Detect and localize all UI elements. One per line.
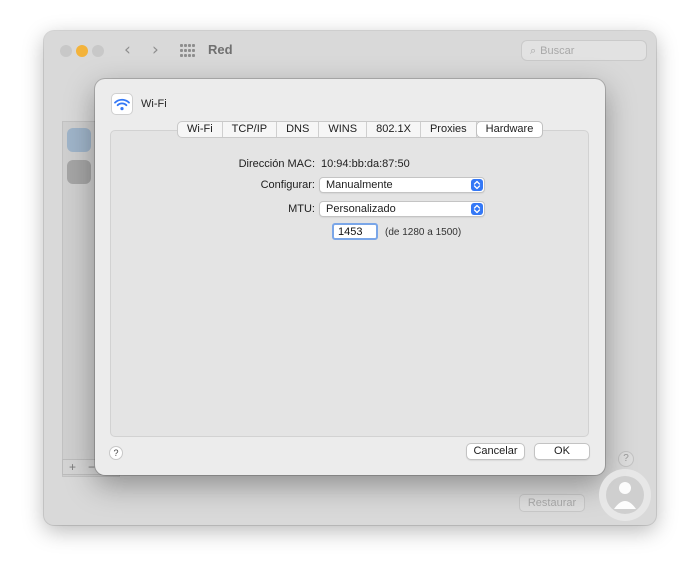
select-chevrons-icon (471, 179, 483, 191)
wifi-advanced-sheet: Wi-Fi Dirección MAC: 10:94:bb:da:87:50 C… (95, 79, 605, 475)
forward-arrow-icon[interactable]: › (152, 40, 159, 60)
mtu-select-value: Personalizado (326, 203, 396, 215)
tab-content-panel: Dirección MAC: 10:94:bb:da:87:50 Configu… (110, 130, 589, 437)
tab-bar: Wi-Fi TCP/IP DNS WINS 802.1X Proxies Har… (177, 121, 544, 138)
tab-tcpip[interactable]: TCP/IP (223, 122, 278, 137)
mtu-select[interactable]: Personalizado (319, 201, 485, 217)
person-logo-icon (606, 476, 644, 514)
sidebar-item-wifi[interactable] (67, 128, 91, 152)
mac-address-value: 10:94:bb:da:87:50 (321, 158, 410, 170)
tab-8021x[interactable]: 802.1X (367, 122, 421, 137)
tab-wifi[interactable]: Wi-Fi (178, 122, 223, 137)
ok-button[interactable]: OK (534, 443, 590, 460)
sidebar-item-other-service[interactable] (67, 160, 91, 184)
window-toolbar: ‹ › Red ⌕ Buscar (44, 31, 656, 71)
configure-label: Configurar: (260, 179, 315, 191)
maximize-window-button[interactable] (92, 45, 104, 57)
mtu-range-hint: (de 1280 a 1500) (385, 227, 462, 238)
show-all-grid-icon[interactable] (180, 44, 196, 58)
close-window-button[interactable] (60, 45, 72, 57)
wifi-icon (111, 93, 133, 115)
tab-wins[interactable]: WINS (319, 122, 368, 137)
sheet-header: Wi-Fi (111, 93, 167, 115)
tab-proxies[interactable]: Proxies (421, 122, 477, 137)
configure-select-value: Manualmente (326, 179, 393, 191)
search-placeholder: Buscar (540, 45, 575, 57)
tab-hardware[interactable]: Hardware (476, 122, 543, 137)
watermark-logo (599, 469, 651, 521)
search-field[interactable]: ⌕ Buscar (521, 40, 647, 61)
cancel-button[interactable]: Cancelar (466, 443, 525, 460)
select-chevrons-icon (471, 203, 483, 215)
tab-dns[interactable]: DNS (277, 122, 320, 137)
restore-button[interactable]: Restaurar (519, 494, 585, 512)
mac-address-label: Dirección MAC: (238, 158, 315, 170)
sheet-title: Wi-Fi (141, 98, 167, 110)
window-title: Red (208, 42, 233, 57)
back-arrow-icon[interactable]: ‹ (124, 40, 131, 60)
help-button[interactable]: ? (109, 446, 123, 460)
minimize-window-button[interactable] (76, 45, 88, 57)
background-help-button[interactable]: ? (618, 451, 634, 467)
search-icon: ⌕ (530, 44, 537, 57)
add-service-button[interactable]: + (63, 460, 82, 474)
mtu-value-input[interactable] (332, 223, 378, 240)
configure-select[interactable]: Manualmente (319, 177, 485, 193)
mtu-label: MTU: (288, 203, 315, 215)
